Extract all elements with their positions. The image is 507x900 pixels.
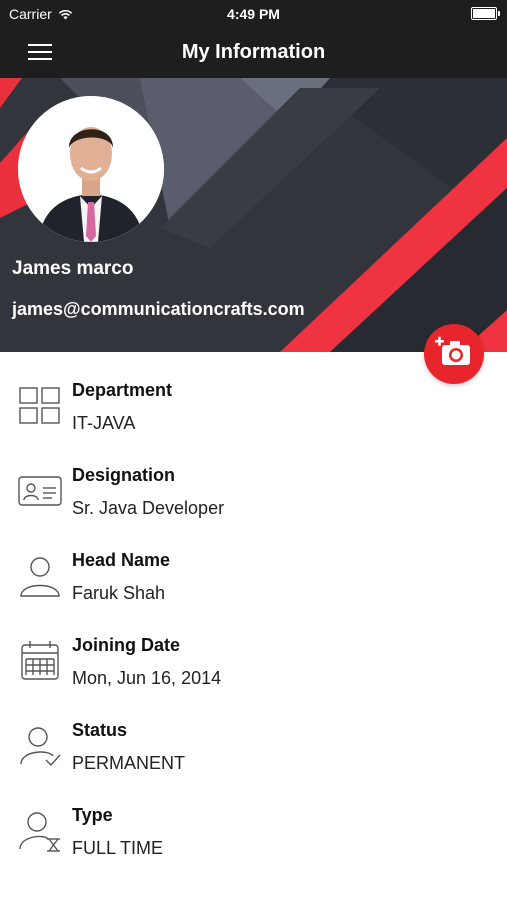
info-value: Mon, Jun 16, 2014	[72, 668, 222, 688]
navigation-bar: My Information	[0, 28, 507, 78]
info-value: PERMANENT	[72, 753, 186, 773]
info-item-status: Status PERMANENT	[0, 702, 507, 782]
profile-name: James marco	[12, 258, 134, 279]
info-item-type: Type FULL TIME	[0, 787, 507, 867]
status-time: 4:49 PM	[227, 6, 280, 22]
page-title: My Information	[181, 41, 326, 63]
info-item-designation: Designation Sr. Java Developer	[0, 447, 507, 527]
info-label: Head Name	[72, 550, 171, 570]
profile-avatar[interactable]	[18, 96, 164, 242]
info-label: Status	[72, 720, 128, 740]
profile-email: james@communicationcrafts.com	[12, 299, 305, 319]
department-grid-icon	[19, 387, 60, 424]
profile-header: James marco james@communicationcrafts.co…	[0, 78, 507, 352]
info-item-department: Department IT-JAVA	[0, 362, 507, 442]
info-value: FULL TIME	[72, 838, 164, 858]
info-value: IT-JAVA	[72, 413, 136, 433]
info-label: Type	[72, 805, 113, 825]
id-card-icon	[18, 476, 62, 506]
person-icon	[20, 557, 60, 597]
info-value: Sr. Java Developer	[72, 498, 225, 518]
battery-icon	[471, 7, 500, 20]
info-value: Faruk Shah	[72, 583, 166, 603]
info-label: Department	[72, 380, 173, 400]
person-hourglass-icon	[19, 812, 60, 852]
info-item-head-name: Head Name Faruk Shah	[0, 532, 507, 612]
info-item-joining-date: Joining Date Mon, Jun 16, 2014	[0, 617, 507, 697]
avatar-photo	[18, 96, 164, 242]
calendar-icon	[21, 641, 59, 680]
person-check-icon	[20, 727, 61, 767]
status-bar: Carrier 4:49 PM	[0, 0, 507, 28]
info-label: Designation	[72, 465, 176, 485]
info-label: Joining Date	[72, 635, 181, 655]
